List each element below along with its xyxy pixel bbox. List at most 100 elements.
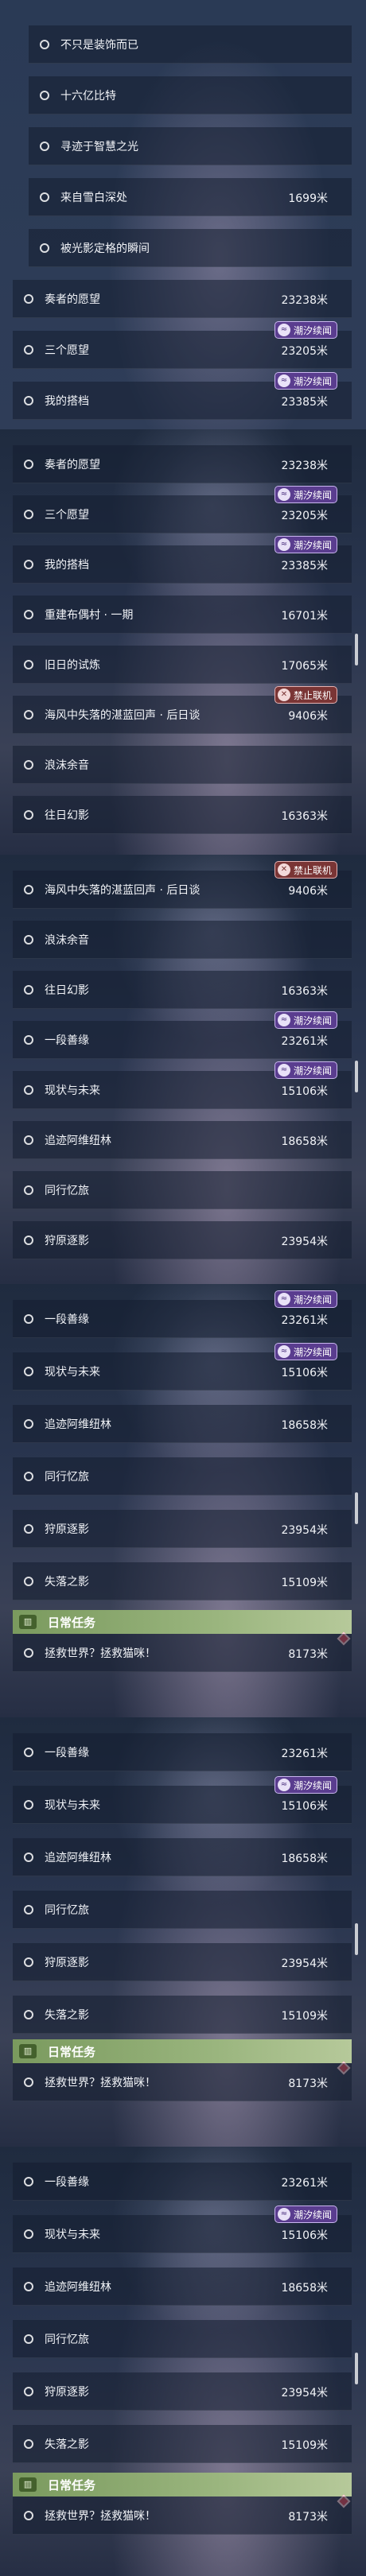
quest-distance-value: 15106 [281, 2229, 317, 2242]
quest-row[interactable]: 十六亿比特 [29, 76, 352, 114]
quest-row[interactable]: 一段善缘 23261米 [13, 2163, 352, 2201]
quest-distance-value: 23205 [281, 510, 317, 522]
quest-distance-unit: 米 [317, 1648, 328, 1661]
quest-row[interactable]: 现状与未来 15106米 ≈ 潮汐续闻 [13, 1776, 352, 1824]
quest-row[interactable]: 重建布偶村 · 一期 16701米 [13, 596, 352, 634]
quest-list-panel-2: 奏者的愿望 23238米 三个愿望 23205米 ≈ 潮汐续闻 我的搭档 23385米 ≈ 潮汐续… [0, 429, 366, 855]
quest-row[interactable]: 海风中失落的湛蓝回声 · 后日谈 9406米 ✕ 禁止联机 [13, 861, 352, 909]
quest-row[interactable]: 一段善缘 23261米 ≈ 潮汐续闻 [13, 1290, 352, 1338]
quest-row[interactable]: 浪沫余音 [13, 921, 352, 959]
quest-row[interactable]: 失落之影 15109米 [13, 1562, 352, 1600]
quest-distance-value: 23954 [281, 2387, 317, 2399]
quest-row[interactable]: 失落之影 15109米 [13, 2425, 352, 2463]
quest-radio-icon [24, 2077, 33, 2087]
quest-row[interactable]: 奏者的愿望 23238米 [13, 280, 352, 318]
quest-row[interactable]: 拯救世界？拯救猫咪！ 8173米 [13, 2496, 352, 2535]
quest-row[interactable]: 三个愿望 23205米 ≈ 潮汐续闻 [13, 486, 352, 533]
quest-row[interactable]: 我的搭档 23385米 ≈ 潮汐续闻 [13, 372, 352, 420]
quest-row[interactable]: 现状与未来 15106米 ≈ 潮汐续闻 [13, 2206, 352, 2253]
quest-distance-value: 15109 [281, 1577, 317, 1589]
quest-row[interactable]: 浪沫余音 [13, 746, 352, 784]
quest-row[interactable]: 同行忆旅 [13, 1891, 352, 1929]
quest-distance: 23205米 [281, 507, 328, 523]
quest-radio-icon [24, 395, 33, 405]
badge-label: 潮汐续闻 [293, 375, 332, 387]
wave-icon: ≈ [277, 538, 290, 551]
quest-distance: 15106米 [281, 1083, 328, 1099]
quest-row[interactable]: 一段善缘 23261米 [13, 1733, 352, 1771]
quest-name: 被光影定格的瞬间 [60, 242, 150, 255]
quest-distance: 9406米 [288, 883, 328, 898]
daily-task-header[interactable]: ▥ 日常任务 [13, 2473, 352, 2508]
quest-row[interactable]: 寻迹于智慧之光 [29, 127, 352, 165]
quest-row[interactable]: 现状与未来 15106米 ≈ 潮汐续闻 [13, 1343, 352, 1391]
quest-distance-value: 15109 [281, 2439, 317, 2452]
quest-radio-icon [24, 1647, 33, 1658]
quest-distance: 23954米 [281, 1955, 328, 1971]
daily-task-header[interactable]: ▥ 日常任务 [13, 2039, 352, 2075]
quest-row[interactable]: 同行忆旅 [13, 1457, 352, 1496]
quest-distance: 8173米 [288, 1646, 328, 1662]
quest-row[interactable]: 不只是装饰而已 [29, 25, 352, 64]
quest-name: 同行忆旅 [45, 1470, 89, 1484]
quest-radio-icon [24, 2176, 33, 2186]
quest-distance: 15106米 [281, 1364, 328, 1380]
quest-row[interactable]: 失落之影 15109米 [13, 1996, 352, 2034]
daily-task-header[interactable]: ▥ 日常任务 [13, 1610, 352, 1646]
quest-name: 十六亿比特 [60, 89, 116, 103]
ban-icon: ✕ [277, 863, 290, 876]
quest-distance-unit: 米 [317, 396, 328, 409]
quest-distance: 8173米 [288, 2075, 328, 2091]
quest-row[interactable]: 追迹阿维纽林 18658米 [13, 1838, 352, 1876]
quest-distance-unit: 米 [317, 1524, 328, 1537]
quest-row[interactable]: 被光影定格的瞬间 [29, 229, 352, 267]
quest-distance-unit: 米 [317, 460, 328, 472]
quest-radio-icon [24, 459, 33, 469]
quest-row[interactable]: 狩原逐影 23954米 [13, 2372, 352, 2411]
quest-distance-unit: 米 [317, 294, 328, 307]
quest-distance-unit: 米 [317, 2177, 328, 2190]
quest-row[interactable]: 往日幻影 16363米 [13, 796, 352, 834]
quest-radio-icon [24, 2438, 33, 2449]
quest-distance-unit: 米 [317, 2229, 328, 2242]
quest-row[interactable]: 旧日的试炼 17065米 [13, 646, 352, 684]
quest-radio-icon [24, 2334, 33, 2344]
quest-radio-icon [24, 2281, 33, 2291]
quest-radio-icon [24, 659, 33, 669]
quest-distance-unit: 米 [317, 1035, 328, 1048]
quest-row[interactable]: 狩原逐影 23954米 [13, 1221, 352, 1259]
quest-radio-icon [24, 884, 33, 894]
quest-radio-icon [24, 293, 33, 304]
quest-distance-unit: 米 [317, 660, 328, 673]
quest-distance-value: 23954 [281, 1524, 317, 1537]
quest-row[interactable]: 海风中失落的湛蓝回声 · 后日谈 9406米 ✕ 禁止联机 [13, 686, 352, 734]
quest-distance-value: 9406 [288, 710, 317, 723]
quest-distance: 23261米 [281, 1033, 328, 1049]
quest-row[interactable]: 狩原逐影 23954米 [13, 1510, 352, 1548]
quest-row[interactable]: 拯救世界？拯救猫咪！ 8173米 [13, 1634, 352, 1672]
quest-radio-icon [24, 1747, 33, 1757]
quest-row[interactable]: 追迹阿维纽林 18658米 [13, 1121, 352, 1159]
quest-row[interactable]: 追迹阿维纽林 18658米 [13, 2268, 352, 2306]
quest-row[interactable]: 往日幻影 16363米 [13, 971, 352, 1009]
quest-row[interactable]: 现状与未来 15106米 ≈ 潮汐续闻 [13, 1061, 352, 1109]
quest-distance-unit: 米 [317, 1852, 328, 1865]
quest-row[interactable]: 来自雪白深处 1699米 [29, 178, 352, 216]
quest-distance: 23954米 [281, 2384, 328, 2400]
quest-list-panel-1: 不只是装饰而已十六亿比特寻迹于智慧之光 来自雪白深处 1699米被光影定格的瞬间奏者… [0, 0, 366, 429]
quest-row[interactable]: 追迹阿维纽林 18658米 [13, 1405, 352, 1443]
quest-row[interactable]: 奏者的愿望 23238米 [13, 445, 352, 483]
quest-row[interactable]: 同行忆旅 [13, 1171, 352, 1209]
quest-row[interactable]: 拯救世界？拯救猫咪！ 8173米 [13, 2063, 352, 2101]
quest-distance-unit: 米 [317, 810, 328, 823]
tide-badge: ≈ 潮汐续闻 [274, 1290, 337, 1308]
quest-row[interactable]: 一段善缘 23261米 ≈ 潮汐续闻 [13, 1011, 352, 1059]
quest-radio-icon [24, 559, 33, 569]
quest-row[interactable]: 狩原逐影 23954米 [13, 1943, 352, 1981]
quest-list-panel-4: 一段善缘 23261米 ≈ 潮汐续闻 现状与未来 15106米 ≈ 潮汐续闻追迹阿维纽林 186… [0, 1284, 366, 1717]
quest-radio-icon [24, 1576, 33, 1586]
quest-row[interactable]: 同行忆旅 [13, 2320, 352, 2358]
quest-distance-value: 15109 [281, 2010, 317, 2023]
quest-row[interactable]: 我的搭档 23385米 ≈ 潮汐续闻 [13, 536, 352, 584]
quest-row[interactable]: 三个愿望 23205米 ≈ 潮汐续闻 [13, 321, 352, 369]
